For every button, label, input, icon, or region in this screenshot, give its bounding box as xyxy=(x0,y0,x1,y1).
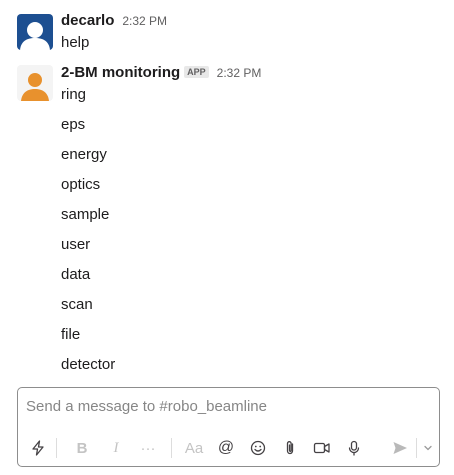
bold-icon[interactable]: B xyxy=(70,436,94,460)
bot-avatar-icon xyxy=(17,65,53,101)
text-format-icon[interactable]: Aa xyxy=(182,436,206,460)
list-item: eps xyxy=(61,116,86,133)
message-header: decarlo 2:32 PM xyxy=(61,12,167,29)
emoji-icon[interactable] xyxy=(246,436,270,460)
avatar-decarlo[interactable] xyxy=(17,14,53,50)
attach-icon[interactable] xyxy=(278,436,302,460)
avatar-2bm-monitoring[interactable] xyxy=(17,65,53,101)
shortcuts-icon[interactable] xyxy=(26,436,50,460)
list-item: sample xyxy=(61,206,110,223)
user-avatar-icon xyxy=(17,14,53,50)
sender-name[interactable]: 2-BM monitoring xyxy=(61,64,180,81)
list-item: ring xyxy=(61,86,87,103)
list-item: detector xyxy=(61,356,116,373)
text-format-label: Aa xyxy=(184,439,204,457)
list-item: energy xyxy=(61,146,107,163)
list-item: scan xyxy=(61,296,93,313)
message-header: 2-BM monitoring APP 2:32 PM xyxy=(61,64,261,81)
timestamp[interactable]: 2:32 PM xyxy=(122,14,167,28)
send-icon[interactable] xyxy=(388,436,412,460)
list-item: optics xyxy=(61,176,101,193)
timestamp[interactable]: 2:32 PM xyxy=(217,66,262,80)
message-composer: B I ··· Aa @ xyxy=(17,387,440,467)
italic-icon[interactable]: I xyxy=(104,436,128,460)
list-item: data xyxy=(61,266,91,283)
more-formatting-icon[interactable]: ··· xyxy=(136,436,160,460)
app-badge: APP xyxy=(184,66,209,78)
list-item: user xyxy=(61,236,91,253)
list-item: file xyxy=(61,326,81,343)
microphone-icon[interactable] xyxy=(342,436,366,460)
mention-icon[interactable]: @ xyxy=(214,436,238,460)
mention-label: @ xyxy=(217,439,235,456)
message-text: help xyxy=(61,34,90,51)
toolbar-divider xyxy=(416,438,417,458)
composer-toolbar: B I ··· Aa @ xyxy=(18,436,439,460)
message-input[interactable] xyxy=(26,398,426,415)
send-options-chevron-icon[interactable] xyxy=(419,436,437,460)
video-icon[interactable] xyxy=(310,436,334,460)
italic-label: I xyxy=(113,439,119,456)
bold-label: B xyxy=(76,439,88,457)
sender-name[interactable]: decarlo xyxy=(61,12,114,29)
more-formatting-label: ··· xyxy=(140,439,156,457)
toolbar-divider xyxy=(56,438,57,458)
toolbar-divider xyxy=(171,438,172,458)
